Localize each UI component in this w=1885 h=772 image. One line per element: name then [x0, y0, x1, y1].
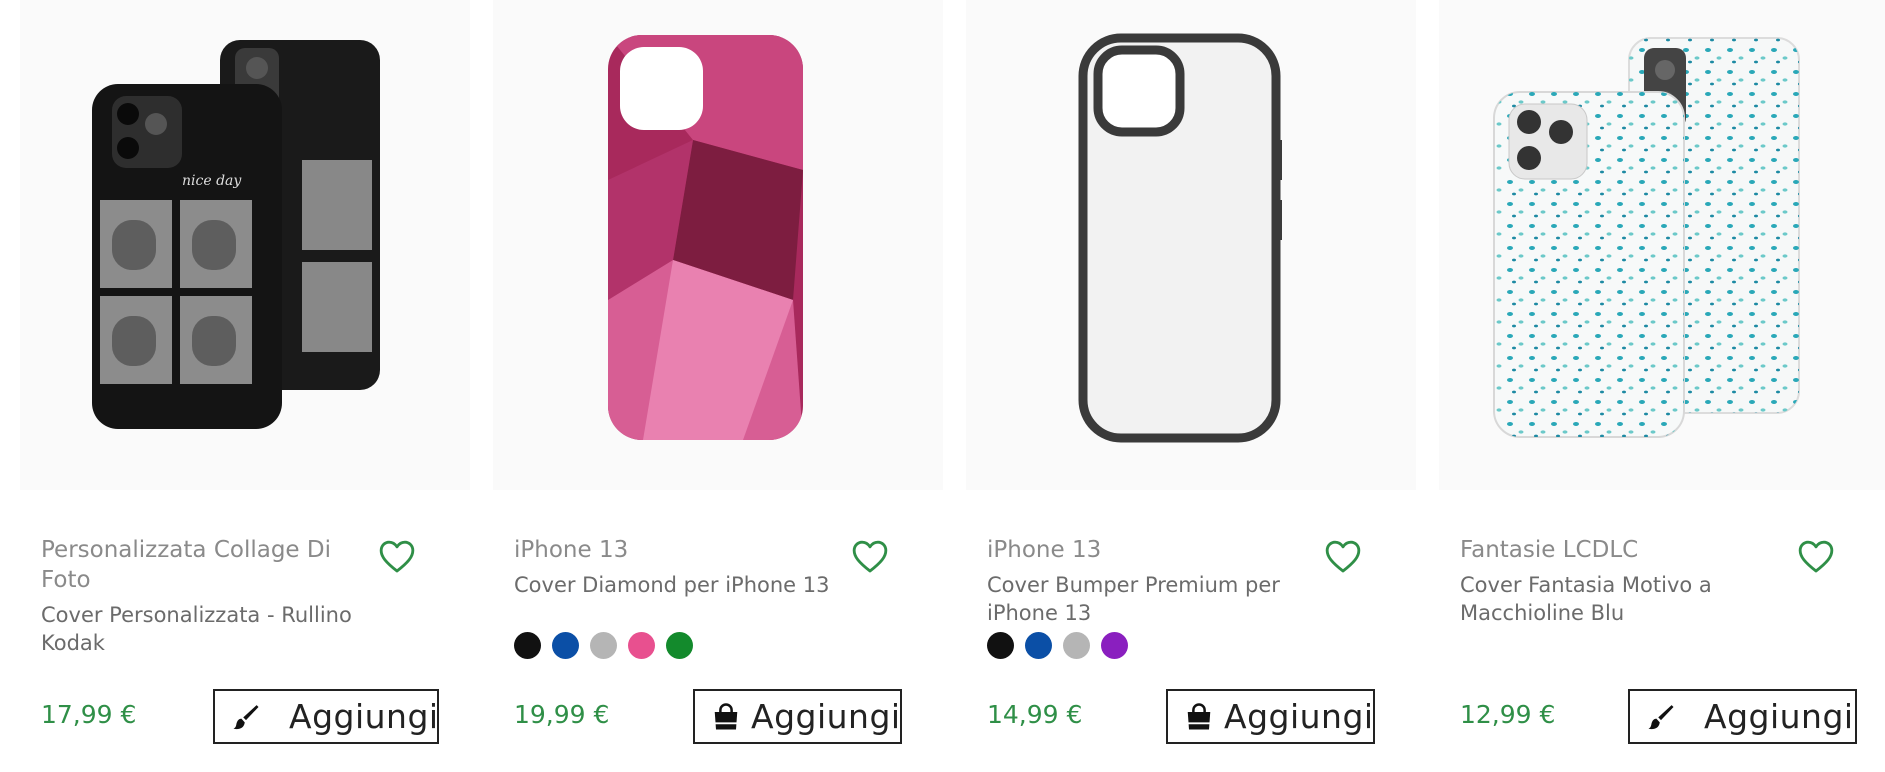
- add-to-cart-label: Aggiungi: [1224, 697, 1374, 736]
- shopping-bag-icon: [1184, 702, 1214, 732]
- color-swatch-black[interactable]: [514, 632, 541, 659]
- brush-icon: [231, 702, 261, 732]
- product-grid: nice day Personalizzata Collage Di Foto …: [0, 0, 1885, 772]
- product-title[interactable]: Cover Bumper Premium per iPhone 13: [987, 571, 1327, 627]
- add-to-cart-button[interactable]: Aggiungi: [1166, 689, 1375, 744]
- brush-icon: [1646, 702, 1676, 732]
- product-brand[interactable]: iPhone 13: [987, 535, 1307, 565]
- wishlist-heart-icon[interactable]: [1797, 538, 1835, 574]
- product-title[interactable]: Cover Personalizzata - Rullino Kodak: [41, 601, 381, 657]
- product-image[interactable]: [1439, 0, 1885, 490]
- product-image[interactable]: [493, 0, 943, 490]
- color-swatch-black[interactable]: [987, 632, 1014, 659]
- product-brand[interactable]: Personalizzata Collage Di Foto: [41, 535, 361, 595]
- product-image[interactable]: nice day: [20, 0, 470, 490]
- product-price: 19,99 €: [514, 700, 610, 729]
- image-caption: nice day: [182, 173, 242, 189]
- product-price: 12,99 €: [1460, 700, 1556, 729]
- color-swatch-blue[interactable]: [552, 632, 579, 659]
- color-swatch-gray[interactable]: [590, 632, 617, 659]
- color-swatches: [514, 632, 693, 659]
- add-to-cart-button[interactable]: Aggiungi: [1628, 689, 1857, 744]
- color-swatch-pink[interactable]: [628, 632, 655, 659]
- color-swatch-green[interactable]: [666, 632, 693, 659]
- wishlist-heart-icon[interactable]: [851, 538, 889, 574]
- wishlist-heart-icon[interactable]: [378, 538, 416, 574]
- color-swatch-gray[interactable]: [1063, 632, 1090, 659]
- product-card: iPhone 13 Cover Bumper Premium per iPhon…: [966, 0, 1436, 772]
- color-swatches: [987, 632, 1128, 659]
- add-to-cart-button[interactable]: Aggiungi: [213, 689, 439, 744]
- product-card: iPhone 13 Cover Diamond per iPhone 13 19…: [493, 0, 963, 772]
- add-to-cart-button[interactable]: Aggiungi: [693, 689, 902, 744]
- add-to-cart-label: Aggiungi: [289, 697, 439, 736]
- product-card: Fantasie LCDLC Cover Fantasia Motivo a M…: [1439, 0, 1885, 772]
- add-to-cart-label: Aggiungi: [751, 697, 901, 736]
- product-title[interactable]: Cover Fantasia Motivo a Macchioline Blu: [1460, 571, 1800, 627]
- product-image[interactable]: [966, 0, 1416, 490]
- add-to-cart-label: Aggiungi: [1704, 697, 1854, 736]
- product-price: 17,99 €: [41, 700, 137, 729]
- product-title[interactable]: Cover Diamond per iPhone 13: [514, 571, 854, 599]
- product-card: nice day Personalizzata Collage Di Foto …: [20, 0, 490, 772]
- product-brand[interactable]: iPhone 13: [514, 535, 834, 565]
- shopping-bag-icon: [711, 702, 741, 732]
- color-swatch-purple[interactable]: [1101, 632, 1128, 659]
- wishlist-heart-icon[interactable]: [1324, 538, 1362, 574]
- product-brand[interactable]: Fantasie LCDLC: [1460, 535, 1780, 565]
- color-swatch-blue[interactable]: [1025, 632, 1052, 659]
- product-price: 14,99 €: [987, 700, 1083, 729]
